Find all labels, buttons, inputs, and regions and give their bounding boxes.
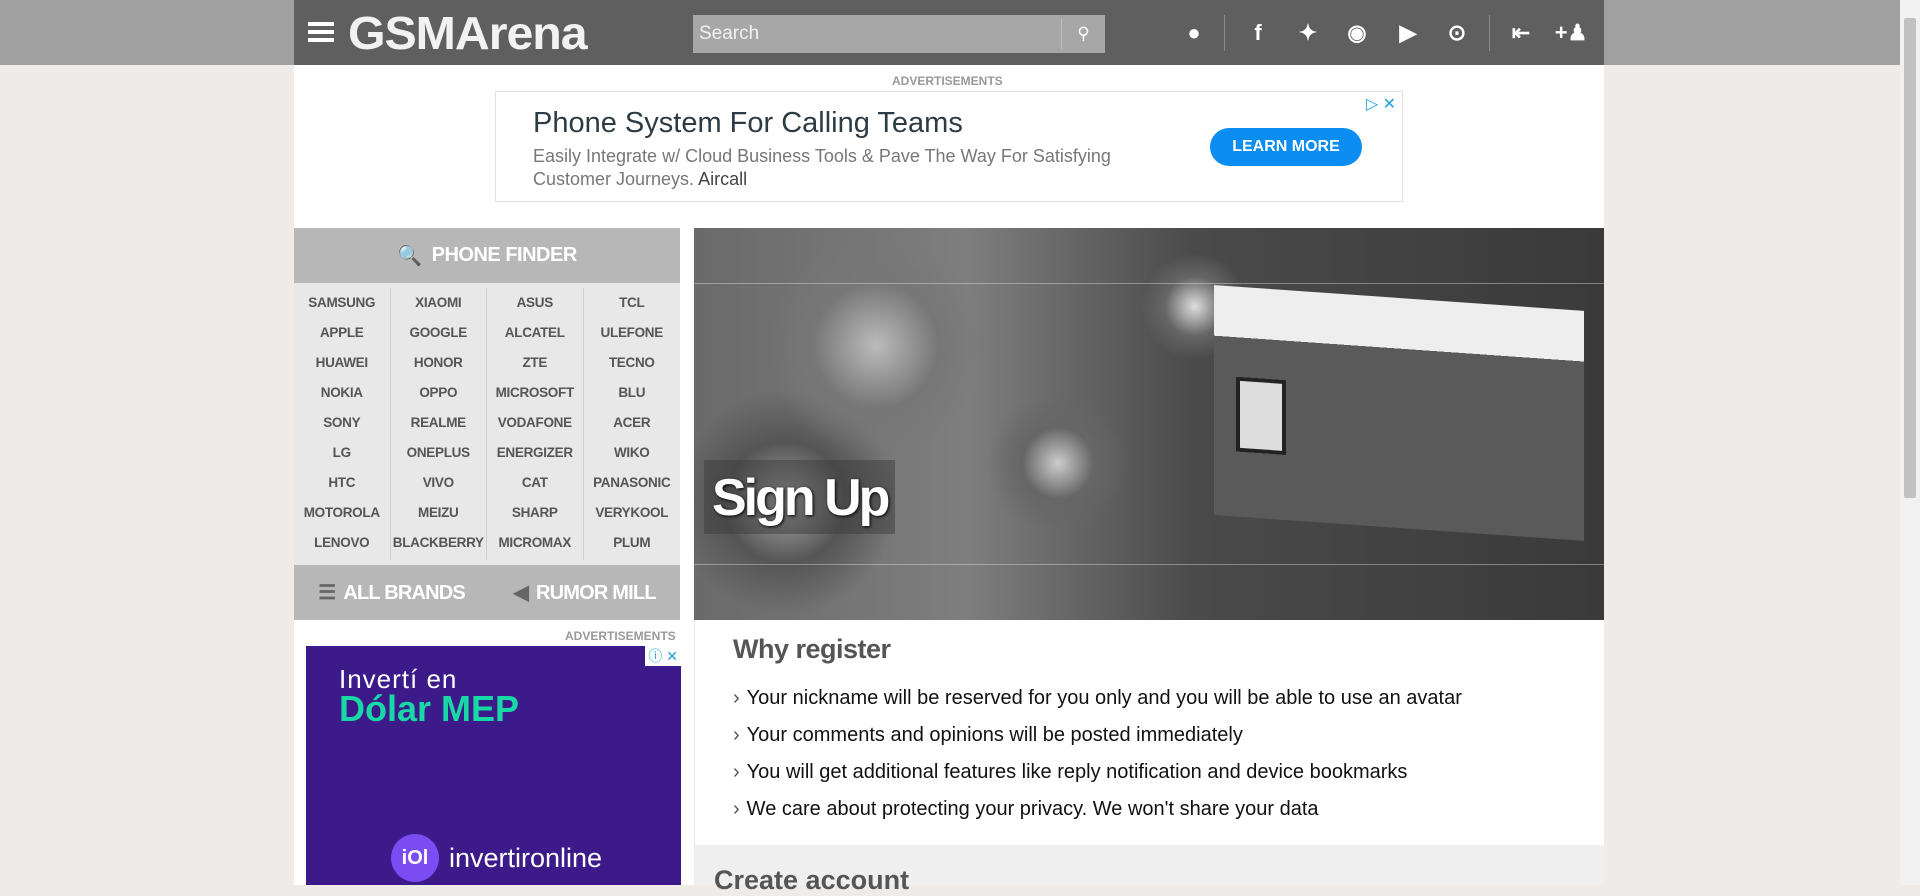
hero-image: Sign Up [694,228,1604,620]
chevron-right-icon: › [733,761,740,783]
brand-link[interactable]: HONOR [391,348,487,378]
list-item-text: We care about protecting your privacy. W… [746,798,1319,820]
brand-link[interactable]: TECNO [584,348,681,378]
rumor-mill-button[interactable]: ◀ RUMOR MILL [513,580,657,605]
chevron-right-icon: › [733,798,740,820]
brand-link[interactable]: MEIZU [391,498,487,528]
site-header: GSMArena ⚲ ● f ✦ ◉ ▶ ⊙ ⇤ +♟ [294,0,1604,65]
phone-finder-label: PHONE FINDER [431,244,578,266]
ad-brand: iOl invertironline [391,834,602,882]
facebook-icon[interactable]: f [1243,18,1273,48]
megaphone-icon: ◀ [513,582,528,604]
all-brands-label: ALL BRANDS [343,582,465,604]
brand-link[interactable]: HTC [294,468,390,498]
list-icon: ☰ [318,582,336,604]
brand-link[interactable]: ONEPLUS [391,438,487,468]
brand-link[interactable]: WIKO [584,438,681,468]
brand-link[interactable]: CAT [487,468,583,498]
side-ad[interactable]: Invertí en Dólar MEP iOl invertironline ⓘ… [306,646,681,885]
brand-link[interactable]: ZTE [487,348,583,378]
brand-link[interactable]: SHARP [487,498,583,528]
brand-footer: ☰ ALL BRANDS ◀ RUMOR MILL [294,565,680,620]
brand-link[interactable]: ASUS [487,288,583,318]
brand-link[interactable]: PANASONIC [584,468,681,498]
brand-link[interactable]: LENOVO [294,528,390,558]
instagram-icon[interactable]: ◉ [1342,18,1372,48]
list-item-text: Your comments and opinions will be poste… [746,724,1243,746]
brand-link[interactable]: VODAFONE [487,408,583,438]
ad-body: Easily Integrate w/ Cloud Business Tools… [533,145,1133,191]
learn-more-button[interactable]: LEARN MORE [1210,128,1362,166]
section-title: Create account [714,865,910,895]
scrollbar-thumb[interactable] [1904,18,1916,498]
brand-link[interactable]: SAMSUNG [294,288,390,318]
phone-finder-button[interactable]: 🔍 PHONE FINDER [294,228,680,283]
search-box: ⚲ [693,15,1105,53]
list-item: › You will get additional features like r… [733,758,1462,795]
brand-link[interactable]: SONY [294,408,390,438]
ad-close-icon[interactable]: ▷ ✕ [1366,94,1396,114]
list-item-text: You will get additional features like re… [746,761,1408,783]
brand-grid: SAMSUNG APPLE HUAWEI NOKIA SONY LG HTC MOTOROLA… [294,283,680,565]
phone-search-icon: 🔍 [397,245,422,267]
divider [1489,15,1490,51]
ad-line2: Dólar MEP [339,688,520,729]
brand-link[interactable]: ACER [584,408,681,438]
search-icon[interactable]: ⚲ [1061,19,1105,49]
brand-link[interactable]: MICROSOFT [487,378,583,408]
youtube-icon[interactable]: ▶ [1393,18,1423,48]
tip-icon[interactable]: ● [1179,18,1209,48]
top-ad[interactable]: Phone System For Calling Teams Easily In… [495,91,1403,202]
ad-advertiser: Aircall [698,169,748,189]
brand-link[interactable]: REALME [391,408,487,438]
brand-link[interactable]: PLUM [584,528,681,558]
drawer-graphic [1214,285,1584,541]
brand-link[interactable]: BLU [584,378,681,408]
divider [1224,15,1225,51]
brand-link[interactable]: XIAOMI [391,288,487,318]
brand-logo: iOl [391,834,439,882]
chevron-right-icon: › [733,687,740,709]
brand-link[interactable]: VIVO [391,468,487,498]
scrollbar[interactable] [1900,0,1920,885]
rss-icon[interactable]: ⊙ [1442,18,1472,48]
list-item: › Your comments and opinions will be post… [733,721,1462,758]
register-icon[interactable]: +♟ [1555,18,1588,48]
brand-link[interactable]: APPLE [294,318,390,348]
ad-label: ADVERTISEMENTS [565,629,676,643]
list-item: › We care about protecting your privacy. … [733,795,1462,832]
ad-label: ADVERTISEMENTS [892,74,1003,88]
brand-link[interactable]: MOTOROLA [294,498,390,528]
twitter-icon[interactable]: ✦ [1293,18,1323,48]
list-item-text: Your nickname will be reserved for you o… [746,687,1462,709]
menu-icon[interactable] [308,22,334,42]
brand-name: invertironline [449,842,603,873]
list-item: › Your nickname will be reserved for you … [733,684,1462,721]
brand-link[interactable]: ULEFONE [584,318,681,348]
create-account-section: Create account [694,845,1604,895]
login-icon[interactable]: ⇤ [1506,18,1536,48]
search-input[interactable] [693,15,1061,53]
logo[interactable]: GSMArena [348,6,588,60]
section-title: Why register [733,634,891,664]
brand-link[interactable]: TCL [584,288,681,318]
ad-close-icon[interactable]: ⓘ ✕ [645,646,681,666]
why-register-section: Why register › Your nickname will be rese… [694,620,1604,845]
chevron-right-icon: › [733,724,740,746]
brand-link[interactable]: HUAWEI [294,348,390,378]
brand-link[interactable]: ENERGIZER [487,438,583,468]
brand-link[interactable]: MICROMAX [487,528,583,558]
rumor-mill-label: RUMOR MILL [536,582,657,604]
brand-link[interactable]: GOOGLE [391,318,487,348]
brand-link[interactable]: LG [294,438,390,468]
brand-link[interactable]: VERYKOOL [584,498,681,528]
ad-title: Phone System For Calling Teams [533,107,963,139]
ad-text: Easily Integrate w/ Cloud Business Tools… [533,146,1111,189]
page-title: Sign Up [704,460,896,534]
brand-link[interactable]: NOKIA [294,378,390,408]
brand-link[interactable]: ALCATEL [487,318,583,348]
brand-link[interactable]: OPPO [391,378,487,408]
all-brands-button[interactable]: ☰ ALL BRANDS [318,580,466,605]
brand-link[interactable]: BLACKBERRY [391,528,487,558]
